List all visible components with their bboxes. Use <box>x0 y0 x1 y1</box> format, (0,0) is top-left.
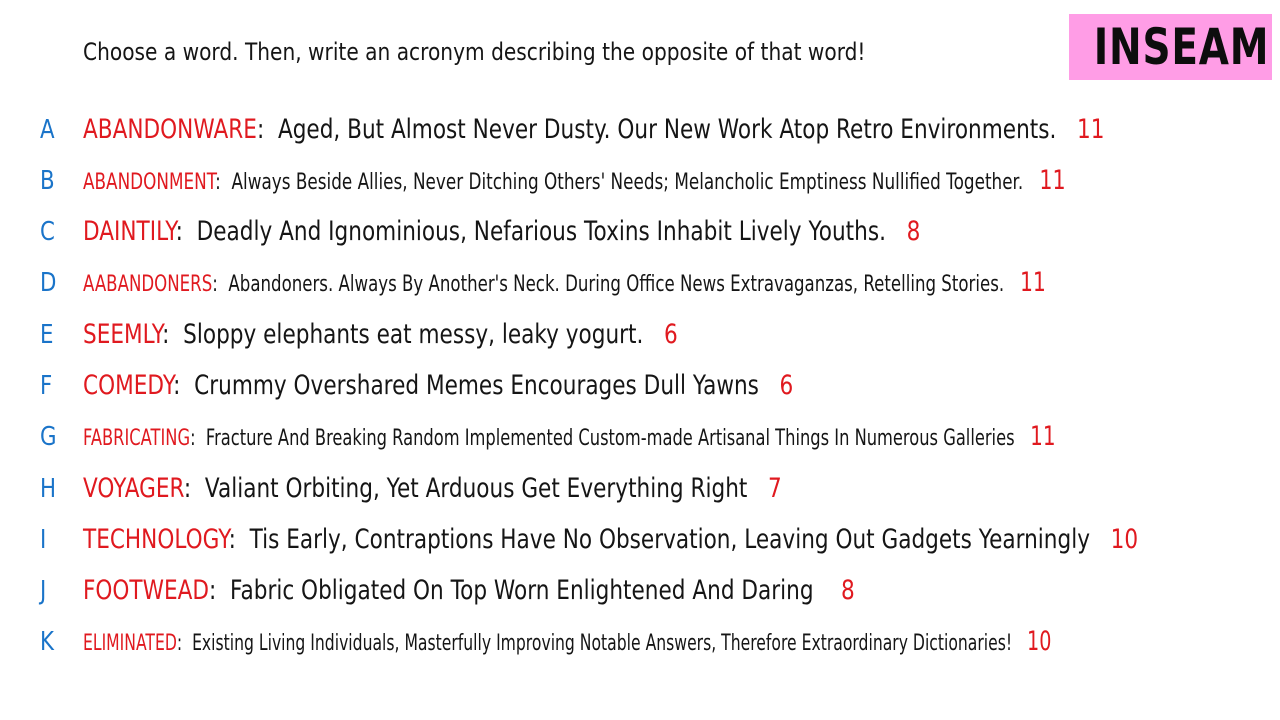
entry-text: ELIMINATED: Existing Living Individuals,… <box>83 626 1052 657</box>
entry-row-i: I TECHNOLOGY: Tis Early, Contraptions Ha… <box>0 514 1280 566</box>
entry-acronym: Existing Living Individuals, Masterfully… <box>192 631 1013 656</box>
entry-acronym: Abandoners. Always By Another's Neck. Du… <box>228 272 1005 297</box>
entry-letter: D <box>40 268 57 298</box>
entry-count: 10 <box>1027 626 1052 657</box>
entry-text: TECHNOLOGY: Tis Early, Contraptions Have… <box>83 524 1139 555</box>
inseam-logo: INSEAM <box>1069 14 1272 80</box>
entry-word: FABRICATING <box>83 426 191 451</box>
entry-row-e: E SEEMLY: Sloppy elephants eat messy, le… <box>0 309 1280 361</box>
entry-letter: A <box>40 115 55 145</box>
entry-text: COMEDY: Crummy Overshared Memes Encourag… <box>83 370 794 401</box>
entry-text: ABANDONMENT: Always Beside Allies, Never… <box>83 165 1066 196</box>
entry-acronym: Aged, But Almost Never Dusty. Our New Wo… <box>277 114 1057 145</box>
instruction-text: Choose a word. Then, write an acronym de… <box>83 38 866 66</box>
logo-text: INSEAM <box>1093 18 1270 76</box>
entry-row-b: B ABANDONMENT: Always Beside Allies, Nev… <box>0 155 1280 207</box>
entry-letter: H <box>40 474 57 504</box>
entry-acronym: Tis Early, Contraptions Have No Observat… <box>249 524 1090 555</box>
entry-letter: E <box>40 320 54 350</box>
entry-row-c: C DAINTILY: Deadly And Ignominious, Nefa… <box>0 206 1280 258</box>
entry-count: 8 <box>906 216 921 247</box>
entry-letter: G <box>40 422 57 452</box>
entry-acronym: Always Beside Allies, Never Ditching Oth… <box>231 170 1024 195</box>
entry-count: 7 <box>767 473 782 504</box>
entry-count: 10 <box>1110 524 1139 555</box>
entry-word: SEEMLY <box>83 319 163 350</box>
entry-text: AABANDONERS: Abandoners. Always By Anoth… <box>83 267 1046 298</box>
entry-row-a: A ABANDONWARE: Aged, But Almost Never Du… <box>0 104 1280 156</box>
entry-acronym: Fracture And Breaking Random Implemented… <box>205 426 1015 451</box>
entry-word: FOOTWEAD <box>83 575 210 606</box>
entry-count: 6 <box>663 319 678 350</box>
entry-text: DAINTILY: Deadly And Ignominious, Nefari… <box>83 216 921 247</box>
entry-text: FOOTWEAD: Fabric Obligated On Top Worn E… <box>83 575 855 606</box>
entry-row-j: J FOOTWEAD: Fabric Obligated On Top Worn… <box>0 565 1280 617</box>
entry-letter: K <box>40 627 54 657</box>
entry-word: TECHNOLOGY <box>83 524 229 555</box>
entry-text: ABANDONWARE: Aged, But Almost Never Dust… <box>83 114 1105 145</box>
entry-count: 6 <box>779 370 794 401</box>
entry-word: ELIMINATED <box>83 631 177 656</box>
entry-row-k: K ELIMINATED: Existing Living Individual… <box>0 616 1280 668</box>
entry-acronym: Crummy Overshared Memes Encourages Dull … <box>194 370 759 401</box>
entry-acronym: Valiant Orbiting, Yet Arduous Get Everyt… <box>204 473 748 504</box>
entry-count: 11 <box>1076 114 1105 145</box>
entry-row-f: F COMEDY: Crummy Overshared Memes Encour… <box>0 360 1280 412</box>
entry-letter: C <box>40 217 55 247</box>
entry-count: 11 <box>1039 165 1066 196</box>
entry-row-h: H VOYAGER: Valiant Orbiting, Yet Arduous… <box>0 463 1280 515</box>
entry-letter: I <box>40 525 47 555</box>
entry-letter: J <box>40 576 47 606</box>
entry-word: ABANDONWARE <box>83 114 257 145</box>
entry-word: COMEDY <box>83 370 174 401</box>
entry-text: FABRICATING: Fracture And Breaking Rando… <box>83 421 1056 452</box>
entry-text: SEEMLY: Sloppy elephants eat messy, leak… <box>83 319 678 350</box>
entry-text: VOYAGER: Valiant Orbiting, Yet Arduous G… <box>83 473 782 504</box>
entry-word: ABANDONMENT <box>83 170 216 195</box>
entry-word: AABANDONERS <box>83 272 213 297</box>
entry-count: 8 <box>841 575 855 606</box>
entry-word: VOYAGER <box>83 473 184 504</box>
entry-word: DAINTILY <box>83 216 176 247</box>
entry-letter: F <box>40 371 53 401</box>
entry-letter: B <box>40 166 55 196</box>
entry-acronym: Sloppy elephants eat messy, leaky yogurt… <box>183 319 644 350</box>
entry-acronym: Fabric Obligated On Top Worn Enlightened… <box>230 575 814 606</box>
entry-acronym: Deadly And Ignominious, Nefarious Toxins… <box>196 216 886 247</box>
entry-row-g: G FABRICATING: Fracture And Breaking Ran… <box>0 411 1280 463</box>
entry-row-d: D AABANDONERS: Abandoners. Always By Ano… <box>0 257 1280 309</box>
entry-count: 11 <box>1019 267 1046 298</box>
entry-count: 11 <box>1030 421 1056 452</box>
